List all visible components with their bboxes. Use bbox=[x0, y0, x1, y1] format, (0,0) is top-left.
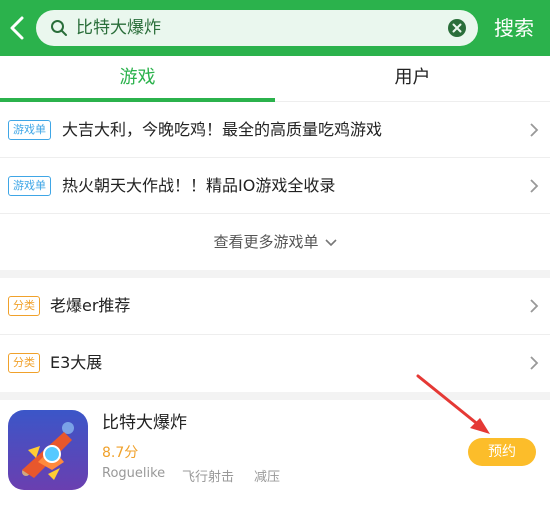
search-query-text: 比特大爆炸 bbox=[76, 18, 161, 38]
category-badge: 分类 bbox=[8, 353, 40, 373]
section-gap bbox=[0, 392, 550, 400]
clear-icon[interactable] bbox=[448, 19, 466, 37]
back-arrow-icon[interactable] bbox=[6, 14, 30, 42]
search-icon bbox=[51, 20, 67, 36]
chevron-right-icon bbox=[530, 299, 539, 313]
game-list-item[interactable]: 游戏单 热火朝天大作战！！精品IO游戏全收录 bbox=[0, 158, 550, 214]
more-game-lists-label: 查看更多游戏单 bbox=[213, 233, 319, 251]
category-title: E3大展 bbox=[50, 353, 103, 372]
section-gap bbox=[0, 270, 550, 278]
game-list-title: 大吉大利，今晚吃鸡！最全的高质量吃鸡游戏 bbox=[62, 120, 383, 139]
app-rating: 8.7分 bbox=[102, 445, 139, 461]
reserve-button[interactable]: 预约 bbox=[468, 438, 536, 466]
app-icon[interactable] bbox=[8, 410, 88, 490]
more-game-lists-link[interactable]: 查看更多游戏单 bbox=[0, 214, 550, 270]
search-header: 比特大爆炸 搜索 bbox=[0, 0, 550, 56]
app-name: 比特大爆炸 bbox=[102, 413, 187, 433]
game-list-badge: 游戏单 bbox=[8, 176, 51, 196]
app-tag: 飞行射击 bbox=[182, 470, 235, 485]
category-item[interactable]: 分类 老爆er推荐 bbox=[0, 278, 550, 334]
search-input[interactable]: 比特大爆炸 bbox=[36, 10, 478, 46]
category-item[interactable]: 分类 E3大展 bbox=[0, 335, 550, 391]
chevron-right-icon bbox=[530, 123, 539, 137]
chevron-down-icon bbox=[324, 238, 337, 246]
category-title: 老爆er推荐 bbox=[50, 296, 131, 315]
chevron-right-icon bbox=[530, 356, 539, 370]
app-tag: Roguelike bbox=[102, 466, 166, 481]
tab-users[interactable]: 用户 bbox=[275, 56, 550, 102]
result-tabs: 游戏 用户 bbox=[0, 56, 550, 102]
chevron-right-icon bbox=[530, 179, 539, 193]
game-list-item[interactable]: 游戏单 大吉大利，今晚吃鸡！最全的高质量吃鸡游戏 bbox=[0, 102, 550, 158]
game-list-title: 热火朝天大作战！！精品IO游戏全收录 bbox=[62, 176, 336, 195]
category-badge: 分类 bbox=[8, 296, 40, 316]
app-tag: 减压 bbox=[254, 470, 281, 485]
tab-games[interactable]: 游戏 bbox=[0, 56, 275, 102]
game-list-badge: 游戏单 bbox=[8, 120, 51, 140]
search-button[interactable]: 搜索 bbox=[494, 12, 534, 44]
